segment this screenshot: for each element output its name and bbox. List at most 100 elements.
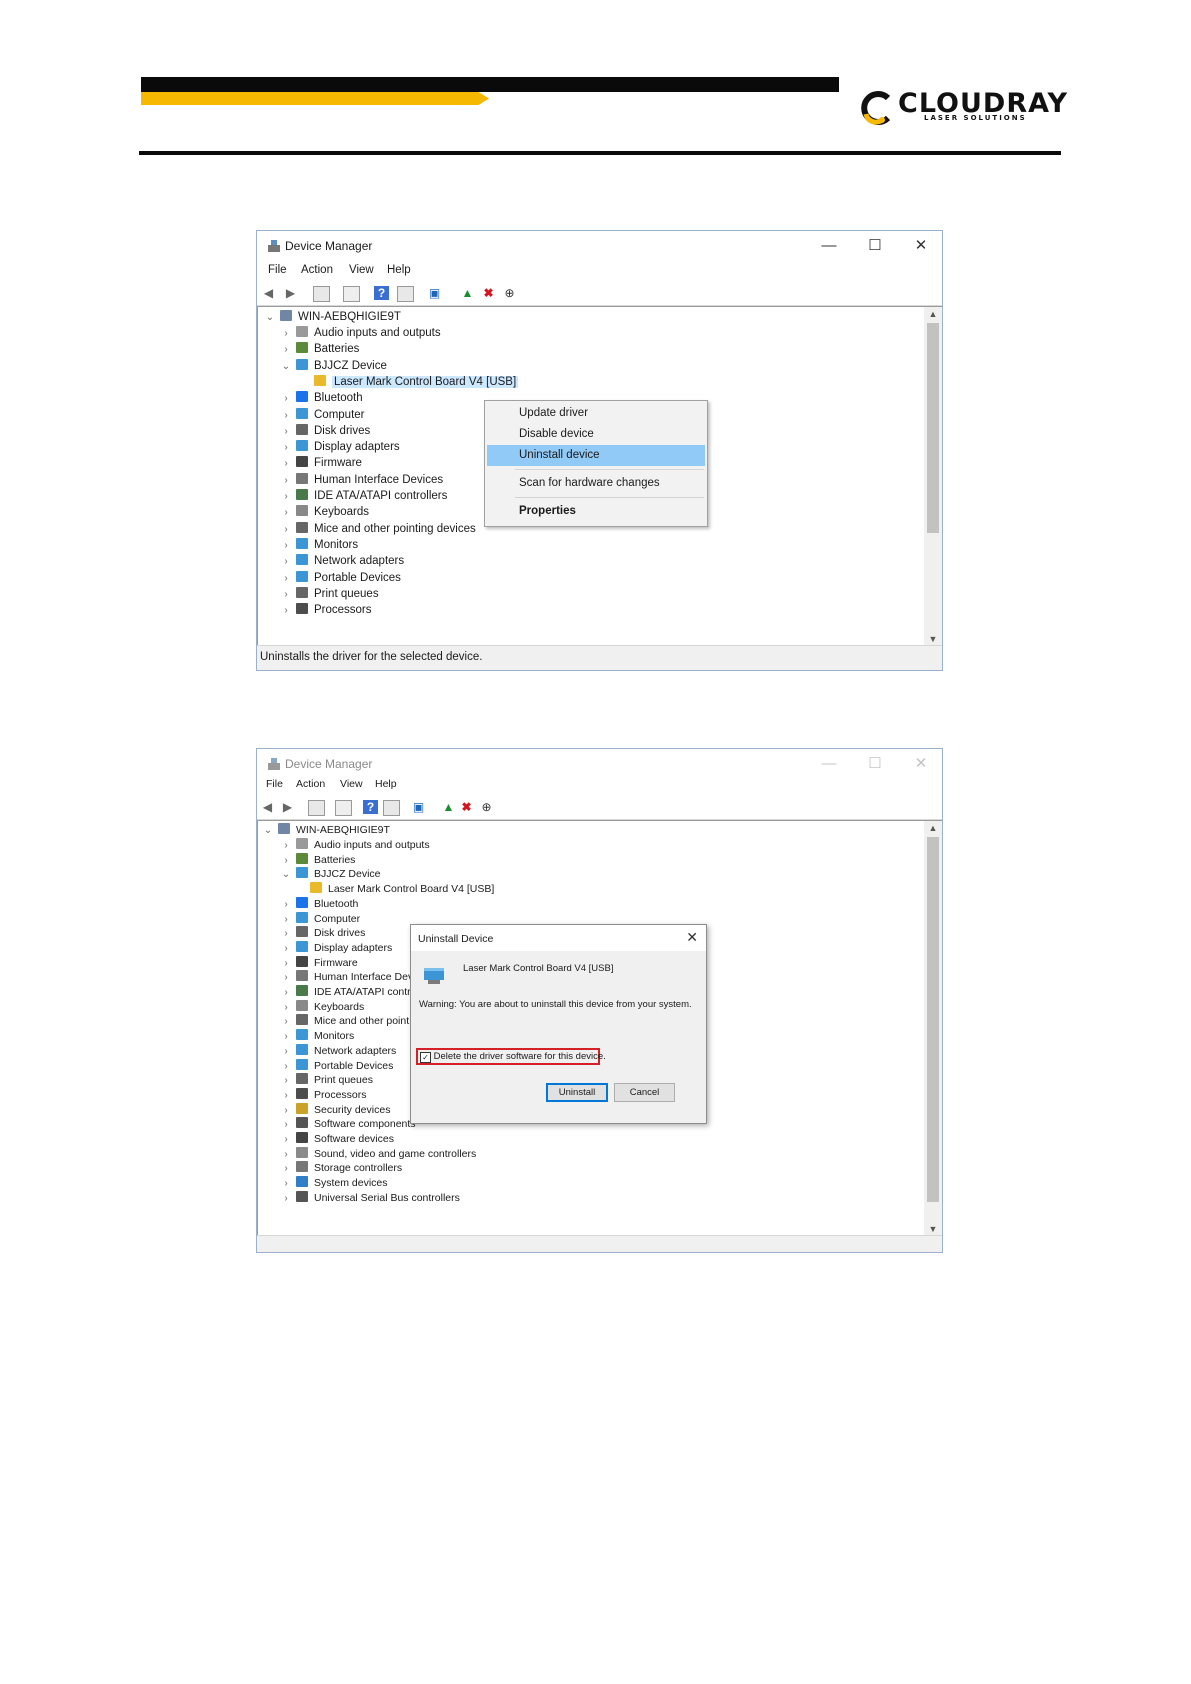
menu-action[interactable]: Action [301,264,333,276]
maximize-icon[interactable]: ☐ [860,236,890,256]
tree-item[interactable]: › Human Interface Devices [278,472,443,489]
scroll-up-icon[interactable]: ▲ [924,823,942,833]
tree-root[interactable]: ⌄ WIN-AEBQHIGIE9T [262,309,401,326]
menu-action[interactable]: Action [296,778,325,790]
close-icon[interactable]: ✕ [906,754,936,774]
expand-chevron-icon[interactable]: › [278,553,294,570]
tree-item-label: BJJCZ Device [314,359,387,372]
back-icon[interactable]: ◀ [260,800,275,814]
uninstall-button[interactable]: Uninstall [546,1083,608,1102]
menu-file[interactable]: File [266,778,283,790]
scroll-down-icon[interactable]: ▼ [924,1224,942,1234]
scroll-down-icon[interactable]: ▼ [924,634,942,644]
uninstall-device-icon[interactable]: ✖ [481,286,496,300]
delete-driver-option[interactable]: ✓ Delete the driver software for this de… [420,1051,606,1063]
expand-chevron-icon[interactable]: › [278,325,294,342]
help-icon[interactable]: ? [363,800,378,814]
expand-chevron-icon[interactable]: › [278,455,294,472]
tree-item[interactable]: › Display adapters [278,439,400,456]
expand-chevron-icon[interactable]: › [278,423,294,440]
software-device-icon [296,1132,308,1143]
forward-icon[interactable]: ▶ [280,800,295,814]
minimize-icon[interactable]: — [814,754,844,774]
uninstall-device-icon[interactable]: ✖ [459,800,474,814]
cancel-button[interactable]: Cancel [614,1083,675,1102]
menu-help[interactable]: Help [387,264,411,276]
tree-item[interactable]: › IDE ATA/ATAPI controllers [278,488,447,505]
maximize-icon[interactable]: ☐ [860,754,890,774]
show-hide-console-icon[interactable] [308,800,325,816]
delete-driver-checkbox[interactable]: ✓ [420,1052,431,1063]
menu-disable-device[interactable]: Disable device [487,424,705,445]
tree-item[interactable]: › Audio inputs and outputs [278,325,441,342]
menu-update-driver[interactable]: Update driver [487,403,705,424]
minimize-icon[interactable]: — [814,236,844,256]
status-bar: Uninstalls the driver for the selected d… [257,645,942,670]
properties-icon[interactable] [343,286,360,302]
update-driver-icon[interactable]: ▲ [460,286,475,300]
expand-chevron-icon[interactable]: › [278,504,294,521]
menu-file[interactable]: File [268,264,287,276]
menu-view[interactable]: View [340,778,363,790]
tree-item[interactable]: Laser Mark Control Board V4 [USB] [296,374,519,391]
collapse-chevron-icon[interactable]: ⌄ [262,309,278,326]
help-icon[interactable]: ? [374,286,389,300]
tree-item[interactable]: › Disk drives [278,423,370,440]
tree-item[interactable]: ⌄ BJJCZ Device [278,358,387,375]
expand-chevron-icon[interactable]: › [278,537,294,554]
tree-item[interactable]: › Keyboards [278,504,369,521]
collapse-chevron-icon[interactable]: ⌄ [260,822,276,839]
enable-device-icon[interactable]: ⊕ [479,800,494,814]
menu-separator [515,469,704,470]
tree-item-label: Software components [314,1118,416,1131]
expand-chevron-icon[interactable]: › [278,341,294,358]
vertical-scrollbar[interactable]: ▲ ▼ [924,306,942,646]
dialog-close-icon[interactable]: ✕ [686,929,698,946]
update-driver-icon[interactable]: ▲ [441,800,456,814]
scroll-thumb[interactable] [927,837,939,1202]
expand-chevron-icon[interactable]: › [278,472,294,489]
tree-item[interactable]: › Network adapters [278,553,404,570]
menu-uninstall-device[interactable]: Uninstall device [487,445,705,466]
expand-chevron-icon[interactable]: › [278,1190,294,1207]
scroll-up-icon[interactable]: ▲ [924,309,942,319]
properties-icon[interactable] [335,800,352,816]
close-icon[interactable]: ✕ [906,236,936,256]
expand-chevron-icon[interactable]: › [278,407,294,424]
tree-item[interactable]: › Universal Serial Bus controllers [278,1190,460,1207]
tree-item[interactable]: › Batteries [278,341,359,358]
view-icon[interactable] [383,800,400,816]
tree-item[interactable]: › Bluetooth [278,390,363,407]
vertical-scrollbar[interactable]: ▲ ▼ [924,820,942,1236]
tree-item[interactable]: › Processors [278,602,372,619]
enable-device-icon[interactable]: ⊕ [502,286,517,300]
back-icon[interactable]: ◀ [261,286,276,300]
expand-chevron-icon[interactable]: › [278,570,294,587]
status-text: Uninstalls the driver for the selected d… [260,651,483,663]
tree-item[interactable]: › Monitors [278,537,358,554]
tree-item[interactable]: › Portable Devices [278,570,401,587]
tree-item[interactable]: › Print queues [278,586,379,603]
tree-item[interactable]: › Firmware [278,455,362,472]
show-hide-console-icon[interactable] [313,286,330,302]
expand-chevron-icon[interactable]: › [278,488,294,505]
menu-properties[interactable]: Properties [487,501,705,522]
collapse-chevron-icon[interactable]: ⌄ [278,358,294,375]
tree-item[interactable]: › Mice and other pointing devices [278,521,476,538]
forward-icon[interactable]: ▶ [283,286,298,300]
menu-scan-hardware[interactable]: Scan for hardware changes [487,473,705,494]
menu-view[interactable]: View [349,264,374,276]
expand-chevron-icon[interactable]: › [278,586,294,603]
expand-chevron-icon[interactable]: › [278,439,294,456]
scroll-thumb[interactable] [927,323,939,533]
expand-chevron-icon[interactable]: › [278,521,294,538]
scan-hardware-icon[interactable]: ▣ [411,800,426,814]
bluetooth-icon [296,896,308,908]
view-icon[interactable] [397,286,414,302]
expand-chevron-icon[interactable]: › [278,602,294,619]
tree-item[interactable]: › Computer [278,407,365,424]
expand-chevron-icon[interactable]: › [278,390,294,407]
scan-hardware-icon[interactable]: ▣ [427,286,442,300]
menu-help[interactable]: Help [375,778,397,790]
dialog-title-bar: Uninstall Device ✕ [411,925,706,951]
